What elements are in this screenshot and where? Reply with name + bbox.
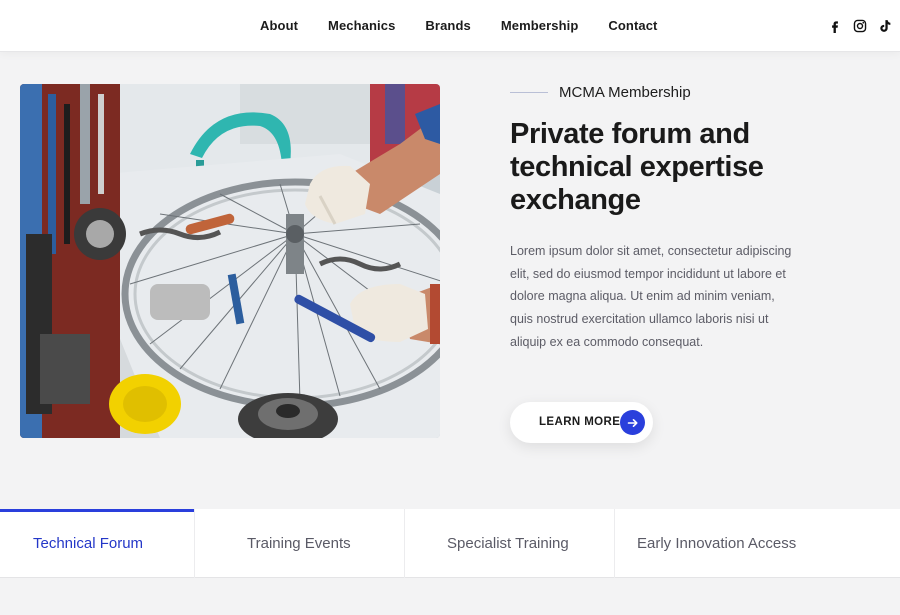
- bicycle-mechanic-photo: [20, 84, 440, 438]
- hero-body-text: Lorem ipsum dolor sit amet, consectetur …: [510, 244, 792, 349]
- nav-link-mechanics[interactable]: Mechanics: [328, 0, 395, 52]
- arrow-right-icon: [620, 410, 645, 435]
- social-links: [817, 0, 892, 52]
- nav-link-contact[interactable]: Contact: [608, 0, 657, 52]
- facebook-icon[interactable]: [828, 19, 842, 33]
- tiktok-icon[interactable]: [878, 19, 892, 33]
- top-navbar: About Mechanics Brands Membership Contac…: [0, 0, 900, 52]
- hero-title: Private forum and technical expertise ex…: [510, 118, 764, 216]
- eyebrow-label: MCMA Membership: [559, 83, 691, 101]
- tab-training-events[interactable]: Training Events: [195, 509, 405, 578]
- tab-technical-forum[interactable]: Technical Forum: [0, 509, 195, 578]
- eyebrow-divider: [510, 91, 548, 93]
- nav-link-brands[interactable]: Brands: [425, 0, 470, 52]
- nav-link-about[interactable]: About: [260, 0, 298, 52]
- hero-image: [20, 84, 440, 438]
- instagram-icon[interactable]: [853, 19, 867, 33]
- main-nav: About Mechanics Brands Membership Contac…: [260, 0, 687, 52]
- tab-early-innovation-access[interactable]: Early Innovation Access: [615, 509, 900, 578]
- learn-more-label: LEARN MORE: [539, 416, 621, 428]
- learn-more-button[interactable]: LEARN MORE: [510, 402, 653, 443]
- nav-link-membership[interactable]: Membership: [501, 0, 579, 52]
- tab-specialist-training[interactable]: Specialist Training: [405, 509, 615, 578]
- feature-tabs: Technical Forum Training Events Speciali…: [0, 509, 900, 578]
- hero-eyebrow: MCMA Membership: [510, 82, 691, 102]
